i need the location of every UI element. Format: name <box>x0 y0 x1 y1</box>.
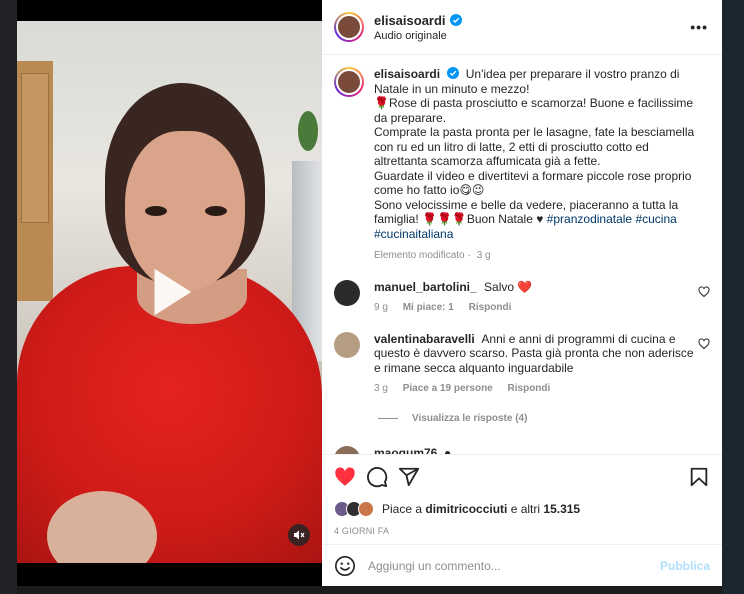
comment-time[interactable]: 3 g <box>374 383 388 394</box>
edited-label: Elemento modificato <box>374 250 465 261</box>
view-replies-label: Visualizza le risposte (4) <box>412 412 528 424</box>
caption-line: Comprate la pasta pronta per le lasagne,… <box>374 125 695 168</box>
heart-icon[interactable] <box>698 285 710 298</box>
comment-likes[interactable]: Piace a 19 persone <box>403 383 493 394</box>
comment-input[interactable] <box>368 558 660 573</box>
caption-avatar[interactable] <box>334 67 364 97</box>
emoji-icon[interactable] <box>334 555 356 577</box>
view-replies-button[interactable]: Visualizza le risposte (4) <box>378 413 710 424</box>
comment-username[interactable]: maoqum76_● <box>374 446 451 455</box>
liker-avatars <box>334 501 374 517</box>
avatar[interactable] <box>334 331 360 358</box>
avatar[interactable] <box>334 12 364 42</box>
video-player[interactable] <box>17 0 322 586</box>
add-comment-bar: Pubblica <box>322 544 722 586</box>
avatar[interactable] <box>334 279 360 306</box>
comment-username[interactable]: manuel_bartolini_ <box>374 280 477 294</box>
avatar[interactable] <box>334 445 360 454</box>
reply-button[interactable]: Rispondi <box>508 383 551 394</box>
verified-badge-icon <box>447 67 460 79</box>
comment-username[interactable]: valentinabaravelli <box>374 332 475 346</box>
mute-icon[interactable] <box>288 524 310 546</box>
likes-count[interactable]: 15.315 <box>543 502 580 516</box>
comments-section[interactable]: elisaisoardi Un'idea per preparare il vo… <box>322 55 722 454</box>
caption-time[interactable]: 3 g <box>477 250 491 261</box>
more-horizontal-icon[interactable]: ••• <box>690 19 708 35</box>
reply-button[interactable]: Rispondi <box>469 302 512 313</box>
verified-badge-icon <box>449 14 462 26</box>
post-panel: elisaisoardi Audio originale ••• elisais… <box>322 0 722 586</box>
comment-text: Salvo ❤️ <box>484 279 533 294</box>
caption-line: Guardate il video e divertitevi a formar… <box>374 168 692 198</box>
caption: elisaisoardi Un'idea per preparare il vo… <box>334 67 710 264</box>
likes-summary[interactable]: Piace a dimitricocciuti e altri 15.315 <box>334 501 710 517</box>
hashtag-link[interactable]: #pranzodinatale <box>547 212 632 226</box>
play-icon[interactable] <box>140 262 200 322</box>
likes-prefix: Piace a <box>382 502 426 516</box>
bookmark-icon[interactable] <box>688 466 710 488</box>
comment-likes[interactable]: Mi piace: 1 <box>403 302 454 313</box>
comment-item: valentinabaravelli Anni e anni di progra… <box>334 331 710 397</box>
heart-icon[interactable] <box>698 337 710 350</box>
caption-line: 🌹Rose di pasta prosciutto e scamorza! Bu… <box>374 96 694 125</box>
caption-line: Sono velocissime e belle da vedere, piac… <box>374 197 679 227</box>
hashtag-link[interactable]: #cucina <box>635 212 676 226</box>
caption-username[interactable]: elisaisoardi <box>374 67 440 81</box>
post-modal: elisaisoardi Audio originale ••• elisais… <box>17 0 722 586</box>
hashtag-link[interactable]: #cucinaitaliana <box>374 227 453 241</box>
comment-item: maoqum76_● <box>334 445 710 455</box>
publish-button[interactable]: Pubblica <box>660 559 710 573</box>
post-date[interactable]: 4 GIORNI FA <box>334 526 710 536</box>
audio-link[interactable]: Audio originale <box>374 30 462 42</box>
post-header: elisaisoardi Audio originale ••• <box>322 0 722 55</box>
likes-suffix: e altri <box>507 502 544 516</box>
comment-time[interactable]: 9 g <box>374 302 388 313</box>
share-icon[interactable] <box>398 466 420 488</box>
author-username[interactable]: elisaisoardi <box>374 13 446 28</box>
comment-item: manuel_bartolini_ Salvo ❤️ 9 g Mi piace:… <box>334 279 710 316</box>
comment-icon[interactable] <box>366 466 388 488</box>
liker-username[interactable]: dimitricocciuti <box>425 502 507 516</box>
heart-icon[interactable] <box>334 466 356 488</box>
